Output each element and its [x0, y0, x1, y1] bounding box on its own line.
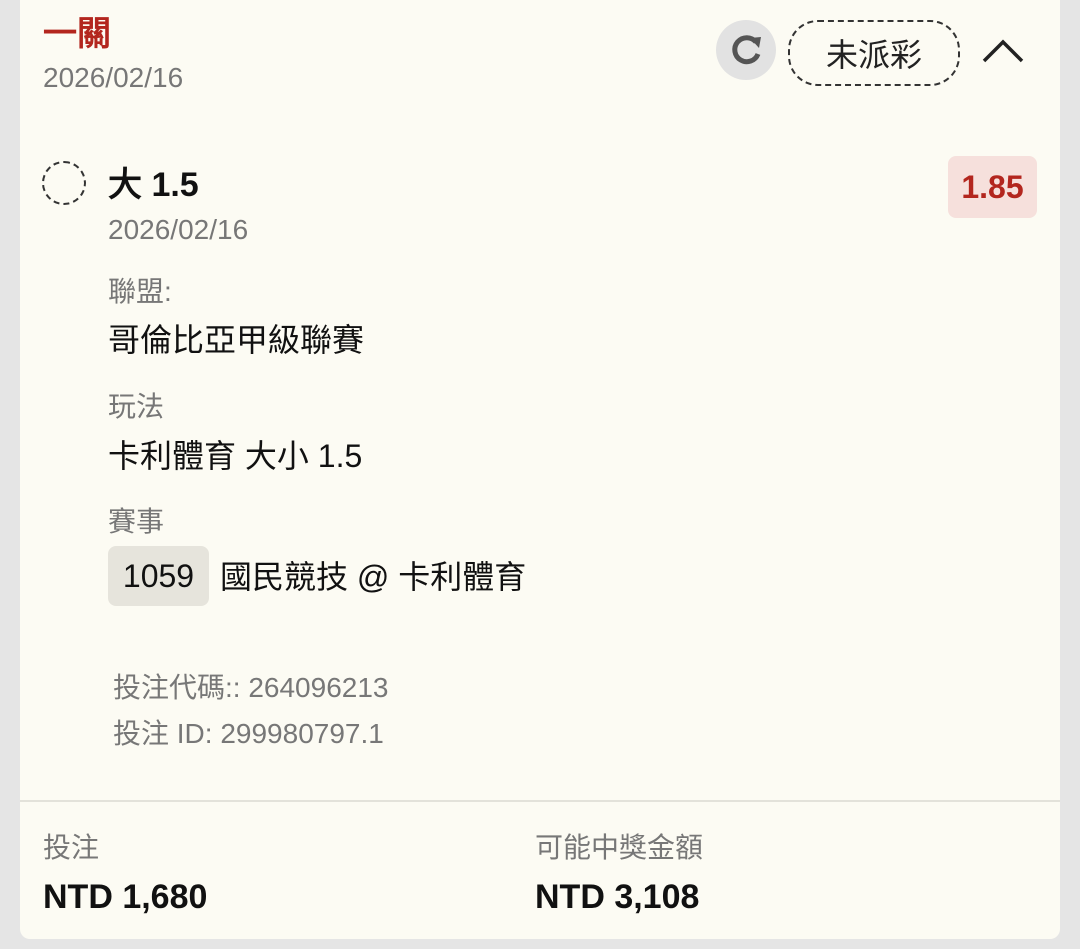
odds-badge: 1.85 — [948, 156, 1037, 218]
stake-label: 投注 — [43, 832, 100, 863]
selection-date: 2026/02/16 — [108, 214, 249, 245]
event-label: 賽事 — [108, 506, 165, 537]
league-value: 哥倫比亞甲級聯賽 — [108, 322, 365, 358]
refresh-icon — [732, 35, 761, 65]
collapse-button[interactable] — [978, 28, 1028, 74]
bet-id: 投注 ID: 299980797.1 — [113, 718, 384, 749]
chevron-up-icon — [982, 39, 1024, 63]
stake-value: NTD 1,680 — [43, 878, 208, 916]
match-number-badge: 1059 — [108, 546, 209, 606]
market-value: 卡利體育 大小 1.5 — [108, 438, 363, 474]
refresh-button[interactable] — [716, 20, 776, 80]
selection-name: 大 1.5 — [108, 166, 199, 204]
bet-date: 2026/02/16 — [43, 62, 184, 93]
bet-code: 投注代碼:: 264096213 — [113, 672, 389, 703]
league-label: 聯盟: — [108, 276, 172, 307]
status-badge: 未派彩 — [788, 20, 960, 86]
bet-type-title: 一關 — [43, 15, 111, 53]
market-label: 玩法 — [108, 391, 165, 422]
bet-card: 一關 2026/02/16 未派彩 大 1.5 2026/02/16 1.85 … — [20, 0, 1060, 939]
selection-radio-icon — [42, 161, 86, 205]
match-name: 國民競技 @ 卡利體育 — [220, 559, 527, 595]
divider — [20, 800, 1060, 802]
payout-label: 可能中獎金額 — [535, 832, 704, 863]
payout-value: NTD 3,108 — [535, 878, 700, 916]
